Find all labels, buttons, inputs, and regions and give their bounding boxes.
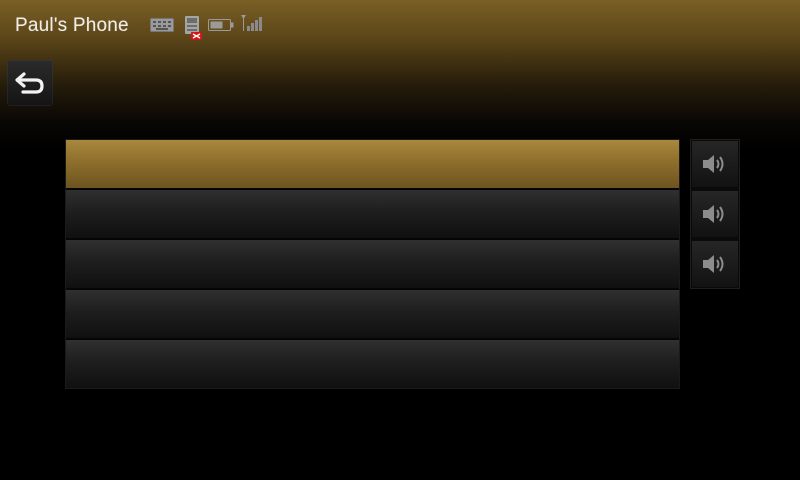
device-name: Paul's Phone (15, 15, 129, 36)
header-bar: Paul's Phone (0, 0, 800, 55)
back-arrow-icon (15, 72, 44, 94)
back-button[interactable] (7, 60, 53, 106)
speaker-icon (703, 205, 724, 223)
phonebook-icon (185, 16, 202, 40)
list-item[interactable] (66, 190, 679, 238)
speaker-button[interactable] (692, 241, 738, 287)
list-item[interactable] (66, 240, 679, 288)
speaker-icon (703, 255, 724, 273)
signal-icon (241, 15, 262, 31)
option-list (65, 139, 680, 389)
battery-icon (208, 19, 234, 31)
list-item[interactable] (66, 340, 679, 388)
list-item[interactable] (66, 140, 679, 188)
screen: Paul's Phone (0, 0, 800, 480)
speaker-icon (703, 155, 724, 173)
speaker-button[interactable] (692, 191, 738, 237)
keyboard-icon (150, 18, 174, 32)
audio-button-panel (690, 139, 740, 289)
speaker-button[interactable] (692, 141, 738, 187)
list-item[interactable] (66, 290, 679, 338)
status-icons (150, 14, 270, 40)
